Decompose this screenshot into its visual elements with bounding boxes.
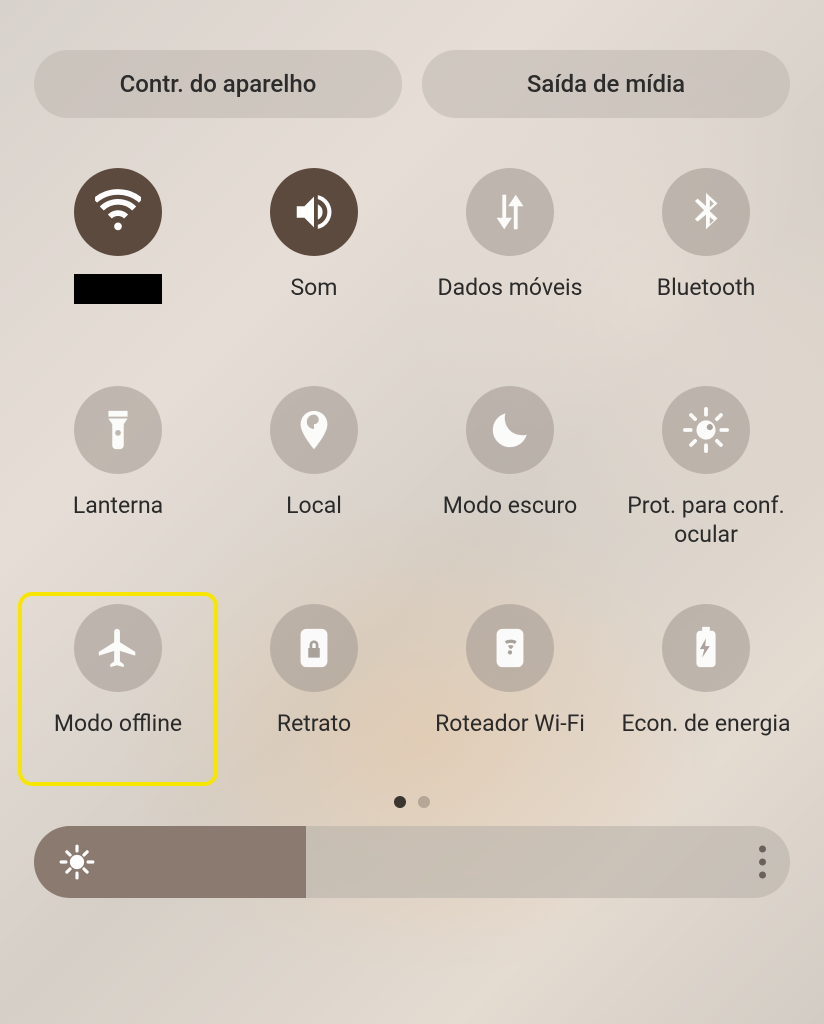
tile-bluetooth[interactable]: Bluetooth [608,158,804,348]
tile-portrait[interactable]: Retrato [216,594,412,784]
tile-airplane[interactable]: Modo offline [20,594,216,784]
tile-hotspot[interactable]: Roteador Wi-Fi [412,594,608,784]
tile-wifi[interactable] [20,158,216,348]
page-dot-2[interactable] [418,796,430,808]
flashlight-icon[interactable] [74,386,162,474]
tile-label: Modo offline [54,710,182,739]
eye-comfort-icon[interactable] [662,386,750,474]
airplane-icon[interactable] [74,604,162,692]
tile-label: Prot. para conf. ocular [621,492,791,550]
battery-save-icon[interactable] [662,604,750,692]
tile-eyecomfort[interactable]: Prot. para conf. ocular [608,376,804,566]
tile-label: Local [286,492,342,521]
tile-label: Som [291,274,338,303]
bluetooth-icon[interactable] [662,168,750,256]
tile-location[interactable]: Local [216,376,412,566]
brightness-slider[interactable] [34,826,790,898]
tile-label: Retrato [277,710,351,739]
tile-label: Bluetooth [657,274,756,303]
tile-label: Econ. de energia [621,710,790,739]
tile-darkmode[interactable]: Modo escuro [412,376,608,566]
sound-icon[interactable] [270,168,358,256]
brightness-menu-button[interactable] [759,846,766,879]
device-control-button[interactable]: Contr. do aparelho [34,50,402,118]
device-control-label: Contr. do aparelho [120,70,317,98]
data-arrows-icon[interactable] [466,168,554,256]
media-output-button[interactable]: Saída de mídia [422,50,790,118]
quick-settings-grid: Som Dados móveis Bluetooth Lanterna Local Mod… [0,148,824,784]
moon-icon[interactable] [466,386,554,474]
tile-label: Modo escuro [443,492,577,521]
tile-flashlight[interactable]: Lanterna [20,376,216,566]
wifi-icon[interactable] [74,168,162,256]
tile-label-redacted [74,274,162,304]
page-indicator[interactable] [0,784,824,826]
tile-label: Lanterna [73,492,163,521]
location-icon[interactable] [270,386,358,474]
tile-label: Roteador Wi-Fi [435,710,585,739]
portrait-lock-icon[interactable] [270,604,358,692]
media-output-label: Saída de mídia [527,70,685,98]
brightness-slider-container [0,826,824,898]
page-dot-1[interactable] [394,796,406,808]
tile-powersave[interactable]: Econ. de energia [608,594,804,784]
hotspot-icon[interactable] [466,604,554,692]
tile-sound[interactable]: Som [216,158,412,348]
tile-mobiledata[interactable]: Dados móveis [412,158,608,348]
brightness-icon [58,843,96,881]
tile-label: Dados móveis [437,274,582,303]
top-bar: Contr. do aparelho Saída de mídia [0,0,824,148]
